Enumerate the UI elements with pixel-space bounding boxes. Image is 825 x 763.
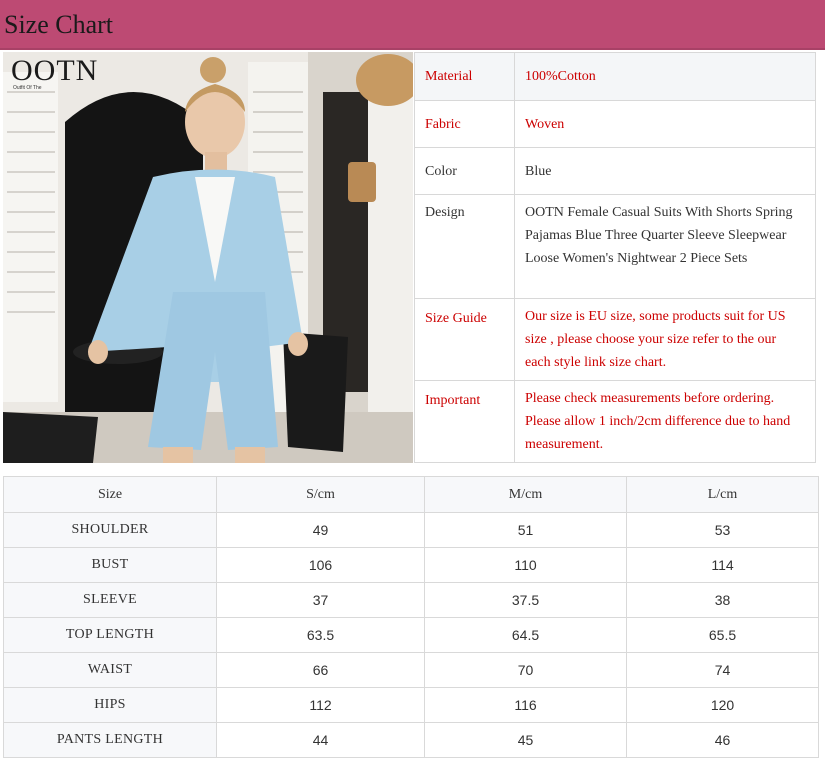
table-cell: 53 [626, 512, 819, 548]
row-label: HIPS [3, 687, 217, 723]
column-header: Size [3, 476, 217, 513]
column-header: L/cm [626, 476, 819, 513]
table-cell: 66 [216, 652, 425, 688]
table-cell: 65.5 [626, 617, 819, 653]
table-cell: 46 [626, 722, 819, 758]
info-value: 100%Cotton [514, 52, 816, 101]
info-label: Fabric [414, 100, 515, 148]
table-row: HIPS 112 116 120 [3, 687, 819, 723]
row-label: SLEEVE [3, 582, 217, 618]
info-label: Size Guide [414, 298, 515, 381]
info-row-important: Important Please check measurements befo… [414, 380, 816, 463]
table-cell: 49 [216, 512, 425, 548]
table-cell: 114 [626, 547, 819, 583]
size-table-header-row: Size S/cm M/cm L/cm [3, 476, 819, 513]
column-header: M/cm [424, 476, 627, 513]
row-label: BUST [3, 547, 217, 583]
info-label: Material [414, 52, 515, 101]
model-illustration [3, 52, 413, 463]
row-label: SHOULDER [3, 512, 217, 548]
table-cell: 44 [216, 722, 425, 758]
info-value: Please check measurements before orderin… [514, 380, 816, 463]
info-label: Important [414, 380, 515, 463]
info-value: Blue [514, 147, 816, 195]
table-row: SLEEVE 37 37.5 38 [3, 582, 819, 618]
table-cell: 116 [424, 687, 627, 723]
table-cell: 64.5 [424, 617, 627, 653]
table-cell: 63.5 [216, 617, 425, 653]
table-cell: 37 [216, 582, 425, 618]
column-header: S/cm [216, 476, 425, 513]
info-row-material: Material 100%Cotton [414, 52, 816, 101]
table-cell: 37.5 [424, 582, 627, 618]
table-cell: 51 [424, 512, 627, 548]
table-row: WAIST 66 70 74 [3, 652, 819, 688]
table-row: BUST 106 110 114 [3, 547, 819, 583]
info-value: Our size is EU size, some products suit … [514, 298, 816, 381]
table-cell: 70 [424, 652, 627, 688]
info-row-size-guide: Size Guide Our size is EU size, some pro… [414, 298, 816, 381]
table-cell: 110 [424, 547, 627, 583]
table-cell: 120 [626, 687, 819, 723]
table-row: PANTS LENGTH 44 45 46 [3, 722, 819, 758]
size-chart-table: Size S/cm M/cm L/cm SHOULDER 49 51 53 BU… [3, 476, 819, 758]
table-row: SHOULDER 49 51 53 [3, 512, 819, 548]
info-value: OOTN Female Casual Suits With Shorts Spr… [514, 194, 816, 299]
info-row-fabric: Fabric Woven [414, 100, 816, 148]
info-row-color: Color Blue [414, 147, 816, 195]
row-label: PANTS LENGTH [3, 722, 217, 758]
table-cell: 74 [626, 652, 819, 688]
table-cell: 38 [626, 582, 819, 618]
brand-tagline: Outfit Of The [13, 85, 42, 91]
table-cell: 45 [424, 722, 627, 758]
table-cell: 112 [216, 687, 425, 723]
info-row-design: Design OOTN Female Casual Suits With Sho… [414, 194, 816, 299]
product-photo: OOTN Outfit Of The [3, 52, 413, 463]
info-label: Design [414, 194, 515, 299]
row-label: TOP LENGTH [3, 617, 217, 653]
table-row: TOP LENGTH 63.5 64.5 65.5 [3, 617, 819, 653]
info-label: Color [414, 147, 515, 195]
row-label: WAIST [3, 652, 217, 688]
product-info-table: Material 100%Cotton Fabric Woven Color B… [414, 52, 816, 463]
page-title: Size Chart [4, 10, 114, 39]
info-value: Woven [514, 100, 816, 148]
table-cell: 106 [216, 547, 425, 583]
brand-logo: OOTN [11, 54, 99, 87]
page-header: Size Chart [0, 0, 825, 50]
